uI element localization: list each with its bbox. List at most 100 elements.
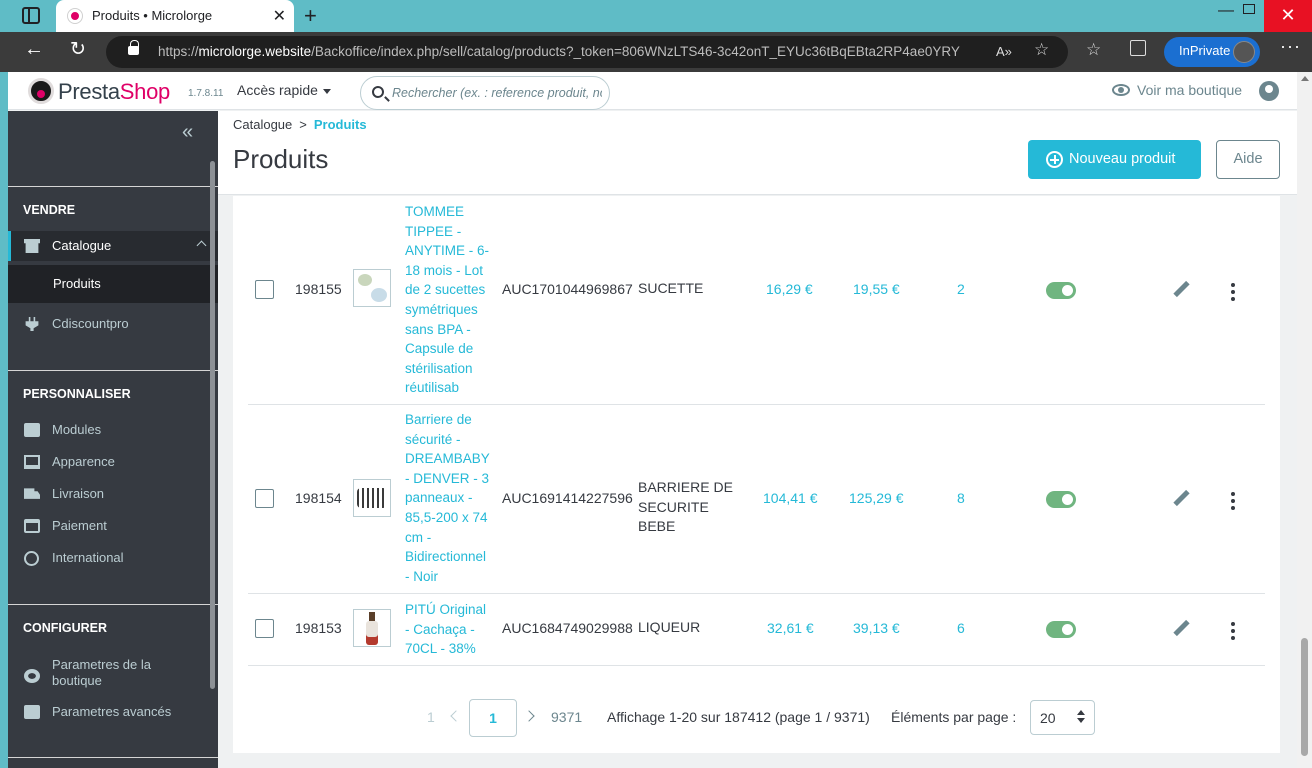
- breadcrumb-produits[interactable]: Produits: [314, 117, 367, 132]
- table-row: 198153 PITÚ Original - Cachaça - 70CL - …: [248, 594, 1265, 666]
- sidebar-divider: [8, 186, 218, 187]
- profile-avatar-icon: [1233, 41, 1255, 63]
- user-account-icon[interactable]: [1259, 81, 1279, 101]
- view-shop-link[interactable]: Voir ma boutique: [1137, 82, 1242, 98]
- sidebar: « VENDRE Catalogue Produits Cdiscountpro…: [8, 111, 218, 768]
- page-scrollbar[interactable]: [1297, 72, 1312, 768]
- browser-tab-bar: Produits • Microlorge ✕ + — ✕: [0, 0, 1312, 32]
- new-product-button[interactable]: Nouveau produit: [1028, 140, 1201, 179]
- pagination-last-page[interactable]: 9371: [551, 709, 582, 725]
- items-per-page-label: Éléments par page :: [891, 709, 1017, 725]
- sidebar-item-apparence[interactable]: Apparence: [8, 447, 218, 477]
- reload-icon[interactable]: ↻: [70, 38, 86, 61]
- browser-tab[interactable]: Produits • Microlorge ✕: [56, 0, 294, 32]
- product-category: SUCETTE: [638, 280, 704, 296]
- sidebar-item-paiement[interactable]: Paiement: [8, 511, 218, 541]
- sidebar-item-parametres-boutique[interactable]: Parametres de la boutique: [8, 655, 218, 695]
- admin-header: PrestaShop 1.7.8.11 Accès rapide Voir ma…: [8, 72, 1297, 110]
- sidebar-item-label: Parametres avancés: [52, 704, 172, 719]
- edit-pencil-icon[interactable]: [1173, 491, 1189, 507]
- sidebar-item-label: Livraison: [52, 486, 105, 501]
- inprivate-button[interactable]: InPrivate: [1164, 37, 1260, 67]
- pagination-first-page[interactable]: 1: [427, 709, 435, 725]
- prestashop-logo-text[interactable]: PrestaShop: [58, 79, 170, 105]
- product-name-link[interactable]: TOMMEE TIPPEE - ANYTIME - 6-18 mois - Lo…: [405, 202, 493, 398]
- more-actions-icon[interactable]: [1231, 622, 1235, 640]
- sidebar-item-label: Cdiscountpro: [52, 316, 129, 331]
- quick-access-dropdown[interactable]: Accès rapide: [237, 82, 331, 98]
- status-toggle[interactable]: [1046, 491, 1076, 508]
- row-checkbox[interactable]: [255, 489, 274, 508]
- caret-down-icon: [322, 88, 331, 94]
- window-close-icon[interactable]: ✕: [1264, 0, 1312, 32]
- product-quantity[interactable]: 2: [957, 281, 965, 297]
- scrollbar-thumb[interactable]: [1301, 638, 1308, 756]
- collections-icon[interactable]: [1130, 40, 1146, 56]
- more-actions-icon[interactable]: [1231, 283, 1235, 301]
- page-toolbar: Catalogue > Produits Produits Nouveau prod…: [218, 111, 1297, 195]
- price-excl-tax[interactable]: 32,61 €: [767, 620, 814, 636]
- product-quantity[interactable]: 8: [957, 490, 965, 506]
- help-button[interactable]: Aide: [1216, 140, 1280, 179]
- breadcrumb-catalogue[interactable]: Catalogue: [233, 117, 292, 132]
- price-incl-tax[interactable]: 39,13 €: [853, 620, 900, 636]
- sidebar-item-label: Catalogue: [52, 238, 112, 253]
- sidebar-item-livraison[interactable]: Livraison: [8, 479, 218, 509]
- favorites-icon[interactable]: ☆: [1086, 40, 1101, 60]
- row-checkbox[interactable]: [255, 280, 274, 299]
- search-icon: [372, 86, 384, 98]
- url-field[interactable]: https://microlorge.website/Backoffice/in…: [106, 36, 1068, 68]
- price-incl-tax[interactable]: 125,29 €: [849, 490, 904, 506]
- product-thumbnail: [353, 479, 391, 517]
- sidebar-item-modules[interactable]: Modules: [8, 415, 218, 445]
- section-title-vendre: VENDRE: [23, 203, 76, 217]
- admin-search[interactable]: [360, 76, 610, 110]
- prestashop-favicon-icon: [68, 9, 82, 23]
- prestashop-logo-icon[interactable]: [28, 78, 54, 104]
- sidebar-item-international[interactable]: International: [8, 543, 218, 573]
- sidebar-item-catalogue[interactable]: Catalogue: [8, 231, 218, 261]
- new-tab-icon[interactable]: +: [304, 3, 317, 29]
- sidebar-divider: [8, 370, 218, 371]
- product-name-link[interactable]: PITÚ Original - Cachaça - 70CL - 38%: [405, 600, 493, 659]
- more-actions-icon[interactable]: [1231, 492, 1235, 510]
- edit-pencil-icon[interactable]: [1173, 282, 1189, 298]
- browser-menu-icon[interactable]: ···: [1280, 36, 1301, 57]
- read-aloud-icon[interactable]: A»: [996, 44, 1012, 59]
- product-name-link[interactable]: Barriere de sécurité - DREAMBABY - DENVE…: [405, 410, 493, 586]
- window-edge: [0, 72, 8, 768]
- maximize-icon[interactable]: [1243, 4, 1255, 14]
- url-text: https://microlorge.website/Backoffice/in…: [158, 44, 960, 59]
- add-favorite-icon[interactable]: ☆: [1034, 40, 1049, 60]
- sidebar-subitem-produits[interactable]: Produits: [8, 265, 218, 303]
- collapse-sidebar-icon[interactable]: «: [182, 121, 193, 144]
- items-per-page-select[interactable]: 20: [1030, 700, 1095, 735]
- sidebar-item-label: Modules: [52, 422, 102, 437]
- back-arrow-icon[interactable]: ←: [24, 38, 44, 61]
- sidebar-item-cdiscountpro[interactable]: Cdiscountpro: [8, 309, 218, 339]
- breadcrumb-separator: >: [299, 117, 307, 132]
- price-incl-tax[interactable]: 19,55 €: [853, 281, 900, 297]
- minimize-icon[interactable]: —: [1218, 2, 1234, 20]
- row-checkbox[interactable]: [255, 619, 274, 638]
- price-excl-tax[interactable]: 104,41 €: [763, 490, 818, 506]
- edit-pencil-icon[interactable]: [1173, 621, 1189, 637]
- section-title-personnaliser: PERSONNALISER: [23, 387, 131, 401]
- product-quantity[interactable]: 6: [957, 620, 965, 636]
- tab-close-icon[interactable]: ✕: [273, 6, 286, 26]
- pagination-current-page-input[interactable]: 1: [469, 699, 517, 737]
- scroll-up-icon[interactable]: [1301, 76, 1309, 81]
- sidebar-divider: [8, 604, 218, 605]
- sidebar-scrollbar[interactable]: [210, 161, 215, 689]
- items-per-page-value: 20: [1040, 710, 1056, 726]
- status-toggle[interactable]: [1046, 621, 1076, 638]
- search-input[interactable]: [392, 84, 602, 102]
- product-category: BARRIERE DE SECURITE BEBE: [638, 479, 733, 535]
- tab-actions-icon[interactable]: [22, 7, 40, 24]
- product-id: 198154: [295, 490, 342, 506]
- store-icon: [24, 239, 40, 253]
- status-toggle[interactable]: [1046, 282, 1076, 299]
- sidebar-item-parametres-avances[interactable]: Parametres avancés: [8, 697, 218, 727]
- price-excl-tax[interactable]: 16,29 €: [766, 281, 813, 297]
- plug-icon: [25, 317, 39, 331]
